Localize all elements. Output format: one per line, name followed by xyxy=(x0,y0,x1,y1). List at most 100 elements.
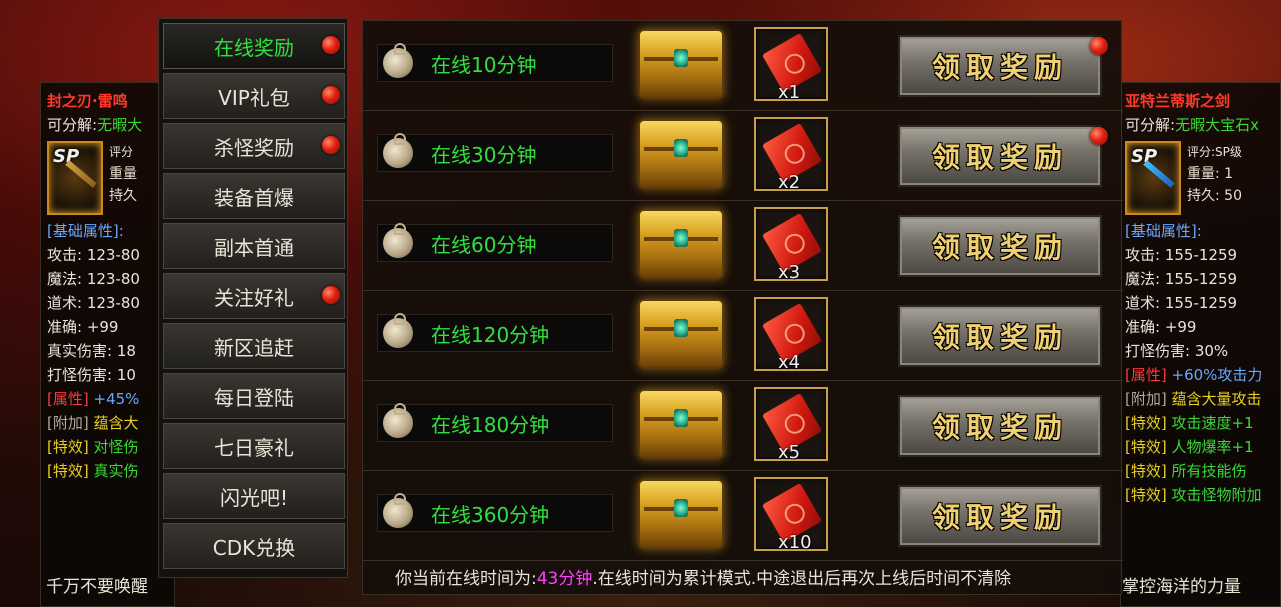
button-label: 领取奖励 xyxy=(931,321,1068,354)
sword-icon xyxy=(1143,160,1175,188)
menu-item-label: 在线奖励 xyxy=(214,35,294,60)
menu-item-label: 杀怪奖励 xyxy=(214,135,294,160)
menu-item-label: 关注好礼 xyxy=(214,285,294,310)
reward-label: 在线30分钟 xyxy=(431,142,537,167)
effect-value: 所有技能伤 xyxy=(1171,462,1247,480)
item-quantity: x5 xyxy=(778,442,801,463)
treasure-chest-icon xyxy=(638,389,724,459)
claim-reward-button[interactable]: 领取奖励 xyxy=(898,305,1102,367)
sword-icon xyxy=(65,160,97,188)
item-name: 亚特兰蒂斯之剑 xyxy=(1125,92,1231,110)
menu-item-follow-gift[interactable]: 关注好礼 xyxy=(163,273,345,319)
item-icon: SP xyxy=(1125,141,1181,215)
effect-tag: [特效] xyxy=(47,462,89,480)
reward-item-slot[interactable]: x2 xyxy=(754,117,828,193)
attr-tag: [属性] xyxy=(1125,366,1167,384)
effect-tag: [特效] xyxy=(1125,462,1167,480)
durability: 持久 xyxy=(109,188,137,204)
menu-item-online-reward[interactable]: 在线奖励 xyxy=(163,23,345,69)
weight: 重量 xyxy=(109,166,137,182)
reward-row: 在线360分钟 x10 领取奖励 xyxy=(363,471,1123,561)
money-bag-icon xyxy=(383,133,413,168)
rating: 评分:SP级 xyxy=(1187,145,1242,159)
money-bag-icon xyxy=(383,223,413,258)
menu-item-new-server[interactable]: 新区追赶 xyxy=(163,323,345,369)
reward-row: 在线30分钟 x2 领取奖励 xyxy=(363,111,1123,201)
treasure-chest-icon xyxy=(638,119,724,189)
base-attr-header: [基础属性]: xyxy=(47,222,124,240)
menu-item-flash[interactable]: 闪光吧! xyxy=(163,473,345,519)
attr-value: +45% xyxy=(93,390,140,408)
monster-damage-stat: 打怪伤害: 30% xyxy=(1125,342,1229,360)
decompose-value: 无暇大 xyxy=(97,116,143,134)
left-tooltip-footer: 千万不要唤醒 xyxy=(46,577,148,597)
reward-item-slot[interactable]: x3 xyxy=(754,207,828,283)
money-bag-icon xyxy=(383,403,413,438)
item-quantity: x4 xyxy=(778,352,801,373)
button-label: 领取奖励 xyxy=(931,141,1068,174)
menu-item-vip[interactable]: VIP礼包 xyxy=(163,73,345,119)
button-label: 领取奖励 xyxy=(931,51,1068,84)
notice-suffix: .在线时间为累计模式.中途退出后再次上线后时间不清除 xyxy=(592,568,1012,589)
treasure-chest-icon xyxy=(638,299,724,369)
notification-dot-icon xyxy=(322,136,340,154)
extra-tag: [附加] xyxy=(47,414,89,432)
reward-item-slot[interactable]: x5 xyxy=(754,387,828,463)
effect-tag: [特效] xyxy=(1125,486,1167,504)
left-item-tooltip: 封之刃·雷鸣 可分解:无暇大 SP 评分 重量 持久 [基础属性]: 攻击: 1… xyxy=(40,82,175,607)
online-time-notice: 你当前在线时间为: 43分钟 .在线时间为累计模式.中途退出后再次上线后时间不清除 xyxy=(363,558,1123,594)
menu-item-daily-login[interactable]: 每日登陆 xyxy=(163,373,345,419)
reward-label: 在线60分钟 xyxy=(431,232,537,257)
effect-value: 攻击速度+1 xyxy=(1171,414,1254,432)
menu-item-label: 闪光吧! xyxy=(219,485,289,510)
durability: 持久: 50 xyxy=(1187,188,1242,204)
tao-stat: 道术: 123-80 xyxy=(47,294,140,312)
extra-value: 蕴含大 xyxy=(93,414,139,432)
item-quantity: x1 xyxy=(778,82,801,103)
menu-item-label: 新区追赶 xyxy=(214,335,294,360)
effect-value: 真实伤 xyxy=(93,462,139,480)
menu-item-label: 每日登陆 xyxy=(214,385,294,410)
reward-row: 在线120分钟 x4 领取奖励 xyxy=(363,291,1123,381)
attr-tag: [属性] xyxy=(47,390,89,408)
menu-item-label: 装备首爆 xyxy=(214,185,294,210)
reward-item-slot[interactable]: x10 xyxy=(754,477,828,553)
reward-label: 在线180分钟 xyxy=(431,412,550,437)
decompose-label: 可分解: xyxy=(1125,116,1176,134)
claim-reward-button[interactable]: 领取奖励 xyxy=(898,125,1108,187)
reward-item-slot[interactable]: x4 xyxy=(754,297,828,373)
reward-label-box: 在线60分钟 xyxy=(377,223,613,262)
menu-item-cdk[interactable]: CDK兑换 xyxy=(163,523,345,569)
claim-reward-button[interactable]: 领取奖励 xyxy=(898,215,1102,277)
button-label: 领取奖励 xyxy=(931,501,1068,534)
reward-row: 在线60分钟 x3 领取奖励 xyxy=(363,201,1123,291)
attack-stat: 攻击: 155-1259 xyxy=(1125,246,1238,264)
effect-value: 攻击怪物附加 xyxy=(1171,486,1262,504)
reward-label-box: 在线120分钟 xyxy=(377,313,613,352)
rating: 评分 xyxy=(109,145,134,159)
menu-item-first-drop[interactable]: 装备首爆 xyxy=(163,173,345,219)
menu-item-label: 七日豪礼 xyxy=(214,435,294,460)
attack-stat: 攻击: 123-80 xyxy=(47,246,140,264)
menu-item-label: CDK兑换 xyxy=(212,535,296,560)
effect-tag: [特效] xyxy=(1125,414,1167,432)
reward-label: 在线360分钟 xyxy=(431,502,550,527)
effect-tag: [特效] xyxy=(1125,438,1167,456)
menu-item-first-clear[interactable]: 副本首通 xyxy=(163,223,345,269)
notification-dot-icon xyxy=(1090,127,1108,145)
menu-item-kill-reward[interactable]: 杀怪奖励 xyxy=(163,123,345,169)
extra-tag: [附加] xyxy=(1125,390,1167,408)
item-name: 封之刃·雷鸣 xyxy=(47,92,128,110)
decompose-value: 无暇大宝石x xyxy=(1175,116,1259,134)
button-label: 领取奖励 xyxy=(931,231,1068,264)
claim-reward-button[interactable]: 领取奖励 xyxy=(898,395,1102,457)
menu-item-seven-day[interactable]: 七日豪礼 xyxy=(163,423,345,469)
monster-damage-stat: 打怪伤害: 10 xyxy=(47,366,136,384)
reward-item-slot[interactable]: x1 xyxy=(754,27,828,103)
notification-dot-icon xyxy=(322,286,340,304)
reward-label: 在线10分钟 xyxy=(431,52,537,77)
button-label: 领取奖励 xyxy=(931,411,1068,444)
claim-reward-button[interactable]: 领取奖励 xyxy=(898,485,1102,547)
claim-reward-button[interactable]: 领取奖励 xyxy=(898,35,1108,97)
decompose-label: 可分解: xyxy=(47,116,98,134)
